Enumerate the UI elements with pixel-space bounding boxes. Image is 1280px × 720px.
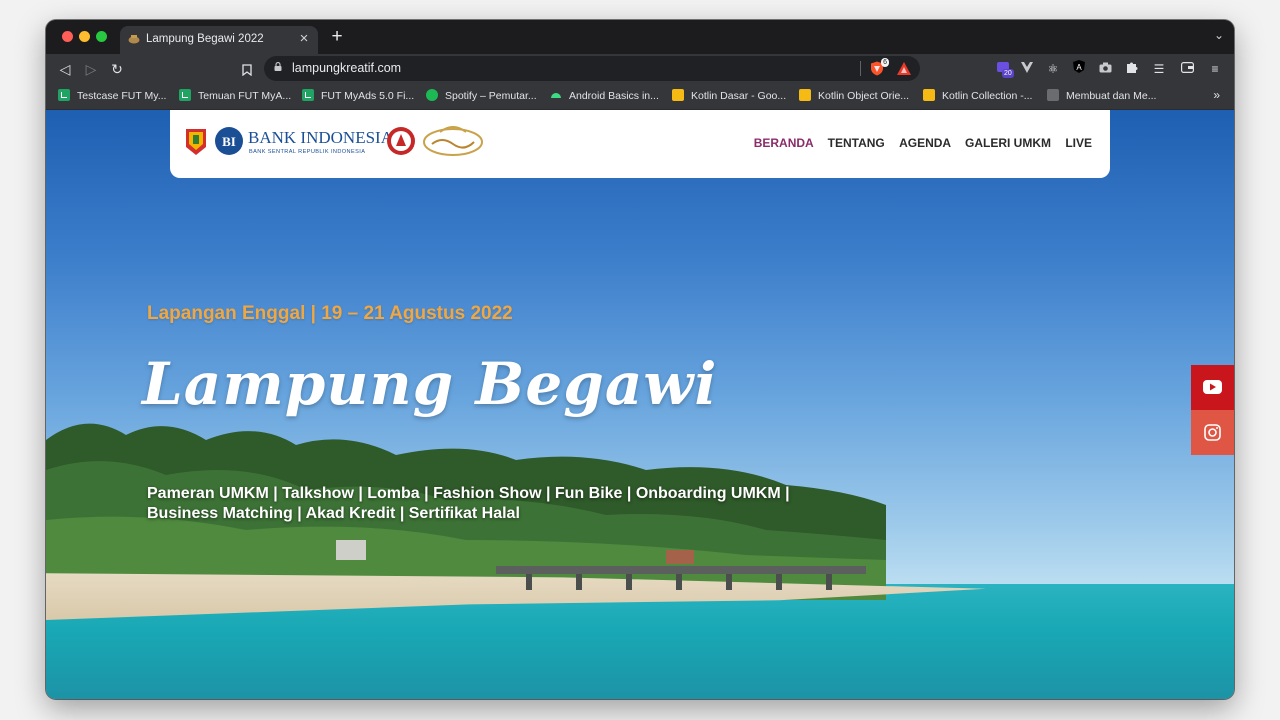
tab-search-chevron-icon[interactable]: ⌄	[1214, 28, 1224, 42]
event-date-location: Lapangan Enggal | 19 – 21 Agustus 2022	[147, 303, 513, 324]
youtube-icon	[1203, 380, 1222, 394]
browser-menu-icon[interactable]: ≡	[1206, 60, 1224, 78]
svg-text:BI: BI	[222, 134, 236, 149]
screenshot-camera-icon[interactable]	[1096, 60, 1114, 78]
wallet-icon[interactable]	[1178, 60, 1196, 78]
instagram-button[interactable]	[1191, 410, 1234, 455]
slides-icon	[923, 89, 935, 101]
bookmark-item[interactable]: Spotify – Pemutar...	[426, 89, 537, 105]
shield-count-badge: 6	[881, 58, 889, 67]
nav-galeri-umkm[interactable]: GALERI UMKM	[965, 136, 1051, 150]
reading-list-icon[interactable]: ☰	[1150, 60, 1168, 78]
bookmark-item[interactable]: Kotlin Dasar - Goo...	[672, 89, 786, 105]
tab-close-icon[interactable]: ×	[296, 30, 312, 47]
new-tab-button[interactable]: +	[327, 26, 347, 48]
brave-rewards-icon[interactable]	[896, 61, 912, 76]
react-devtools-icon[interactable]: ⚛	[1044, 60, 1062, 78]
android-icon	[551, 93, 561, 98]
brave-shield-icon[interactable]: 6	[870, 58, 889, 76]
site-favicon-icon	[128, 35, 140, 44]
svg-text:A: A	[1076, 63, 1082, 72]
reload-button[interactable]: ↻	[106, 58, 128, 80]
bookmark-label: Spotify – Pemutar...	[445, 90, 537, 102]
bookmark-label: Membuat dan Me...	[1066, 90, 1157, 102]
tab-title: Lampung Begawi 2022	[146, 33, 264, 45]
spotify-icon	[426, 89, 438, 101]
bookmark-item[interactable]: Membuat dan Me...	[1047, 89, 1156, 105]
bookmark-label: FUT MyAds 5.0 Fi...	[321, 90, 415, 102]
bookmark-label: Kotlin Dasar - Goo...	[691, 90, 787, 102]
extensions-puzzle-icon[interactable]	[1123, 60, 1141, 78]
extension-badge: 20	[1002, 69, 1014, 78]
nav-live[interactable]: LIVE	[1065, 136, 1092, 150]
bookmark-item[interactable]: Testcase FUT My...	[58, 89, 166, 105]
url-text: lampungkreatif.com	[292, 61, 402, 75]
sheets-icon	[302, 89, 314, 101]
vue-devtools-icon[interactable]	[1018, 60, 1036, 78]
bookmark-item[interactable]: Kotlin Object Orie...	[799, 89, 909, 105]
maximize-window-button[interactable]	[96, 31, 107, 42]
bank-indonesia-logo: BI	[215, 127, 243, 155]
address-bar[interactable]: lampungkreatif.com 6	[264, 56, 920, 81]
bookmark-label: Testcase FUT My...	[77, 90, 167, 102]
minimize-window-button[interactable]	[79, 31, 90, 42]
forward-button[interactable]: ▷	[80, 58, 102, 80]
bookmark-item[interactable]: FUT MyAds 5.0 Fi...	[302, 89, 414, 105]
bookmarks-overflow-icon[interactable]: »	[1213, 88, 1220, 102]
site-header: BI BANK INDONESIA BANK SENTRAL REPUBLIK …	[170, 110, 1110, 178]
nav-tentang[interactable]: TENTANG	[828, 136, 885, 150]
bookmark-label: Temuan FUT MyA...	[198, 90, 292, 102]
close-window-button[interactable]	[62, 31, 73, 42]
bookmark-item[interactable]: Android Basics in...	[550, 89, 659, 105]
bookmark-icon[interactable]	[236, 58, 258, 80]
nav-agenda[interactable]: AGENDA	[899, 136, 951, 150]
bookmark-item[interactable]: Kotlin Collection -...	[923, 89, 1032, 105]
hero-jetty-image	[496, 566, 866, 590]
slides-icon	[672, 89, 684, 101]
bank-subtitle: BANK SENTRAL REPUBLIK INDONESIA	[249, 149, 366, 155]
instagram-icon	[1204, 424, 1221, 441]
hero-subtitle: Pameran UMKM | Talkshow | Lomba | Fashio…	[147, 485, 790, 522]
webpage: BI BANK INDONESIA BANK SENTRAL REPUBLIK …	[46, 110, 1234, 699]
bookmarks-bar: Testcase FUT My... Temuan FUT MyA... FUT…	[46, 84, 1234, 110]
main-menu: BERANDA TENTANG AGENDA GALERI UMKM LIVE	[743, 136, 1092, 150]
lampung-province-logo	[186, 129, 206, 155]
extension-purple-icon[interactable]: 20	[994, 60, 1014, 78]
bookmark-label: Kotlin Object Orie...	[818, 90, 910, 102]
slides-icon	[799, 89, 811, 101]
nav-beranda[interactable]: BERANDA	[754, 136, 814, 150]
browser-window: Lampung Begawi 2022 × + ⌄ ◁ ▷ ↻ lampungk…	[46, 20, 1234, 699]
lampung-begawi-logo	[423, 126, 483, 156]
youtube-button[interactable]	[1191, 365, 1234, 410]
tab-active[interactable]: Lampung Begawi 2022 ×	[120, 26, 318, 54]
browser-toolbar: ◁ ▷ ↻ lampungkreatif.com 6 20 ⚛ A ☰ ≡	[46, 54, 1234, 84]
bookmark-item[interactable]: Temuan FUT MyA...	[179, 89, 291, 105]
tab-strip: Lampung Begawi 2022 × + ⌄	[46, 20, 1234, 54]
bookmark-label: Kotlin Collection -...	[942, 90, 1033, 102]
sheets-icon	[58, 89, 70, 101]
hero-title: Lampung Begawi	[142, 350, 718, 418]
sheets-icon	[179, 89, 191, 101]
omnibox-divider	[860, 61, 861, 76]
lock-icon	[274, 62, 282, 71]
thumbnail-icon	[1047, 89, 1059, 101]
bank-name: BANK INDONESIA	[248, 128, 393, 147]
bookmark-label: Android Basics in...	[569, 90, 659, 102]
angular-devtools-icon[interactable]: A	[1070, 60, 1088, 78]
city-emblem-logo	[387, 127, 415, 155]
back-button[interactable]: ◁	[54, 58, 76, 80]
